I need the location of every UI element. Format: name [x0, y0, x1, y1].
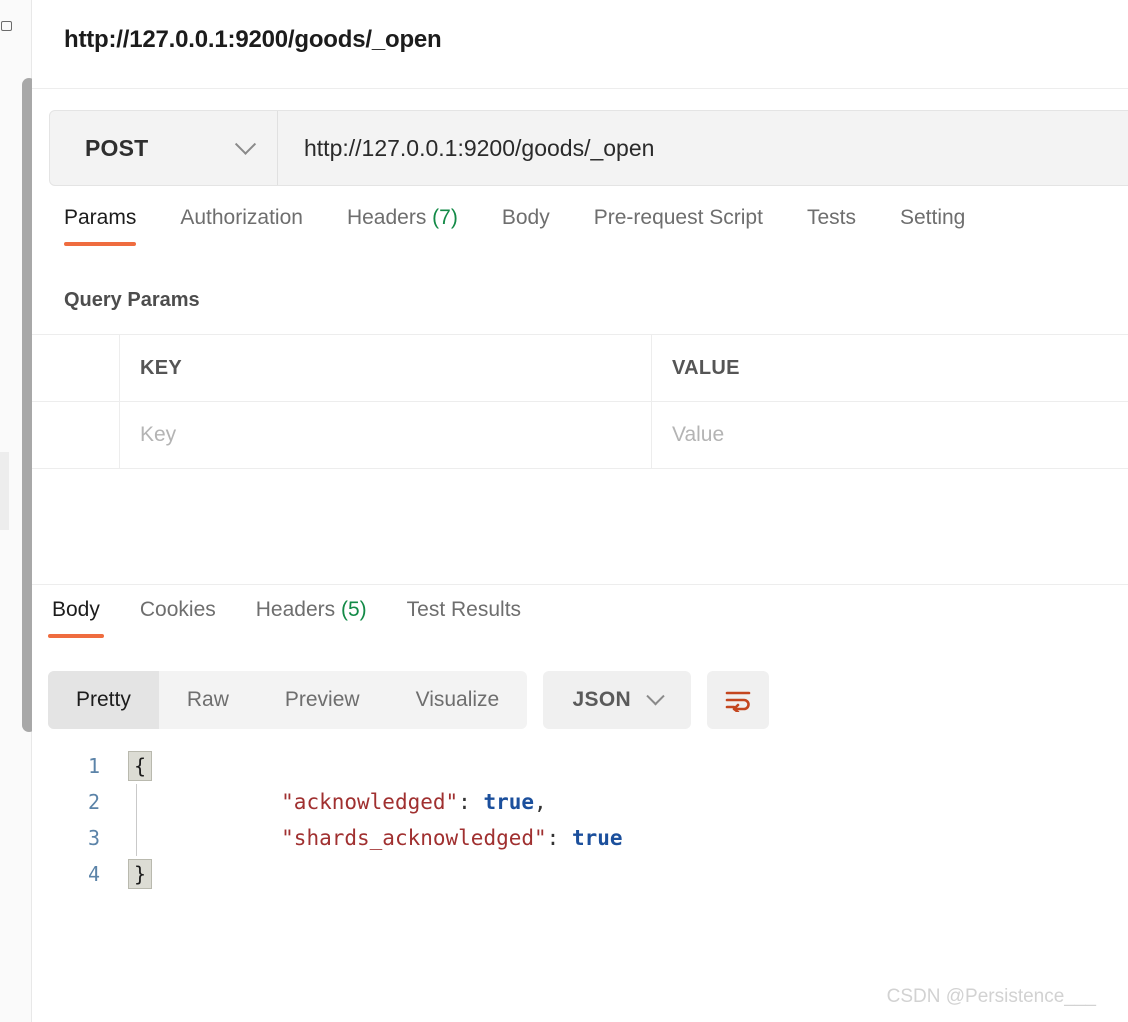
tab-tests-label: Tests [806, 206, 856, 229]
http-method-select[interactable]: POST [50, 111, 278, 185]
page-title: http://127.0.0.1:9200/goods/_open [64, 26, 442, 53]
fold-connector [122, 784, 158, 820]
request-title-bar: http://127.0.0.1:9200/goods/_open [32, 0, 1128, 89]
url-input[interactable]: http://127.0.0.1:9200/goods/_open [278, 111, 1128, 185]
watermark: CSDN @Persistence___ [886, 986, 1096, 1007]
fold-marker-open[interactable]: { [122, 748, 158, 784]
word-wrap-icon [725, 691, 751, 712]
response-toolbar: Pretty Raw Preview Visualize JSON [32, 670, 1128, 730]
fold-marker-close[interactable]: } [122, 856, 158, 892]
view-mode-preview[interactable]: Preview [257, 671, 388, 729]
line-number: 3 [87, 826, 100, 850]
response-tab-body[interactable]: Body [48, 598, 104, 644]
fold-connector-line [136, 784, 137, 820]
tab-headers-label: Headers [346, 206, 427, 229]
json-colon: : [546, 826, 572, 850]
response-view-mode-group: Pretty Raw Preview Visualize [48, 671, 528, 729]
response-tab-cookies-label: Cookies [139, 598, 216, 621]
http-method-label: POST [85, 134, 149, 161]
param-key-input[interactable]: Key [120, 402, 652, 468]
json-key: "shards_acknowledged" [281, 826, 547, 850]
column-header-key-label: KEY [140, 356, 183, 379]
column-header-key: KEY [120, 335, 652, 401]
json-boolean: true [571, 826, 623, 850]
query-params-heading: Query Params [64, 289, 200, 311]
chevron-down-icon [646, 686, 665, 705]
response-tabs: Body Cookies Headers (5) Test Results [32, 598, 1128, 652]
response-tab-cookies[interactable]: Cookies [136, 598, 220, 644]
column-header-value-label: VALUE [672, 356, 740, 379]
tab-headers-count: (7) [432, 206, 458, 229]
response-tab-test-results-label: Test Results [406, 598, 522, 621]
tab-tests[interactable]: Tests [807, 206, 856, 252]
vertical-scrollbar-track[interactable] [10, 0, 36, 1022]
fold-connector [122, 820, 158, 856]
view-mode-raw[interactable]: Raw [159, 671, 257, 729]
response-tab-headers[interactable]: Headers (5) [252, 598, 371, 644]
select-all-checkbox-cell[interactable] [32, 335, 120, 401]
row-checkbox-cell[interactable] [32, 402, 120, 468]
brace-close-glyph: } [127, 859, 153, 889]
tab-settings[interactable]: Setting [900, 206, 965, 252]
response-body-code-viewer[interactable]: 1 { 2 "acknowledged": true, 3 "shards_ac… [32, 748, 1128, 978]
param-value-input[interactable]: Value [652, 402, 1128, 468]
tab-body[interactable]: Body [502, 206, 550, 252]
pane-divider[interactable] [32, 584, 1128, 585]
query-params-table: KEY VALUE Key Value [32, 334, 1128, 469]
view-mode-raw-label: Raw [186, 688, 229, 711]
tab-pre-request-script[interactable]: Pre-request Script [594, 206, 763, 252]
view-mode-visualize[interactable]: Visualize [388, 671, 528, 729]
view-mode-preview-label: Preview [284, 688, 360, 711]
line-number: 1 [87, 754, 100, 778]
code-line: 3 "shards_acknowledged": true [32, 820, 1128, 856]
word-wrap-button[interactable] [707, 671, 770, 729]
column-header-value: VALUE [652, 335, 1128, 401]
code-content: "shards_acknowledged": true [158, 802, 623, 874]
tab-settings-label: Setting [899, 206, 966, 229]
url-bar: POST http://127.0.0.1:9200/goods/_open [49, 110, 1128, 186]
response-tab-body-label: Body [52, 598, 100, 621]
response-tab-headers-count: (5) [340, 598, 367, 621]
response-format-label: JSON [572, 688, 631, 711]
tab-headers[interactable]: Headers (7) [347, 206, 458, 252]
tab-params[interactable]: Params [64, 206, 137, 252]
tab-authorization-label: Authorization [180, 206, 303, 229]
response-tab-headers-label: Headers [255, 598, 336, 621]
table-header-row: KEY VALUE [32, 335, 1128, 402]
tab-pre-request-script-label: Pre-request Script [593, 206, 763, 229]
sidebar-partial-item [0, 452, 9, 530]
line-number: 4 [87, 862, 100, 886]
table-row: Key Value [32, 402, 1128, 468]
request-response-pane: http://127.0.0.1:9200/goods/_open POST h… [32, 0, 1128, 1022]
view-mode-visualize-label: Visualize [415, 688, 500, 711]
chevron-down-icon [234, 133, 257, 155]
line-number: 2 [87, 790, 100, 814]
brace-open-glyph: { [127, 751, 153, 781]
param-key-placeholder: Key [140, 423, 177, 446]
request-tabs: Params Authorization Headers (7) Body Pr… [32, 206, 1128, 264]
tab-params-label: Params [64, 206, 137, 229]
view-mode-pretty-label: Pretty [76, 688, 131, 711]
tab-authorization[interactable]: Authorization [180, 206, 303, 252]
fold-connector-line [136, 820, 137, 856]
response-tab-test-results[interactable]: Test Results [403, 598, 525, 644]
param-value-placeholder: Value [672, 423, 725, 446]
view-mode-pretty[interactable]: Pretty [48, 671, 159, 729]
tab-body-label: Body [501, 206, 550, 229]
response-format-select[interactable]: JSON [543, 671, 692, 729]
left-rail [0, 0, 36, 1022]
